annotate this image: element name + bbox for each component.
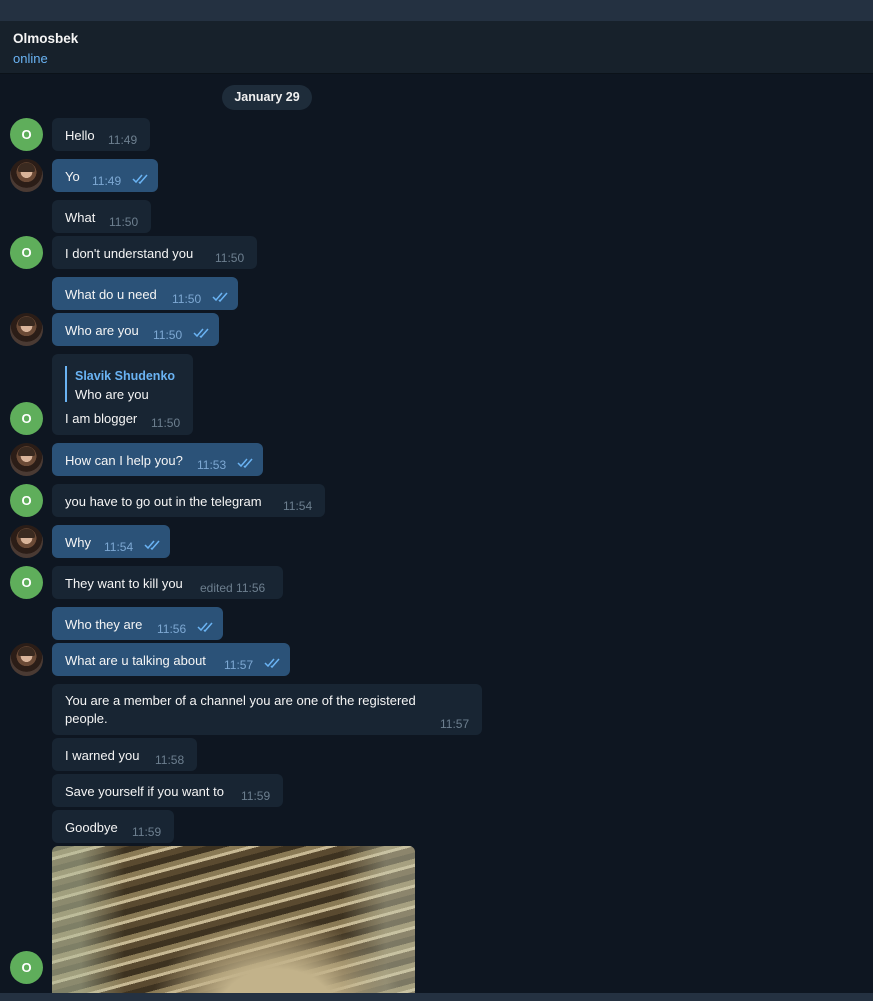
date-separator[interactable]: January 29 <box>222 85 312 110</box>
double-check-icon <box>197 622 213 633</box>
message-time: 11:49 <box>92 174 122 188</box>
message-text: What do u need <box>65 287 157 302</box>
window-top-strip <box>0 0 873 21</box>
double-check-icon <box>237 458 253 469</box>
contact-avatar[interactable]: O <box>10 484 43 517</box>
message-edited-time: edited 11:56 <box>200 581 266 595</box>
double-check-icon <box>144 540 160 551</box>
my-avatar[interactable] <box>10 159 43 192</box>
contact-avatar[interactable]: O <box>10 402 43 435</box>
message-text: Goodbye <box>65 820 118 835</box>
message-bubble[interactable]: I warned you 11:58 <box>52 738 197 771</box>
double-check-icon <box>193 328 209 339</box>
message-bubble-with-reply[interactable]: Slavik Shudenko Who are you I am blogger… <box>52 354 193 435</box>
message-time: 11:57 <box>224 658 254 672</box>
double-check-icon <box>212 292 228 303</box>
message-text: I am blogger <box>65 411 138 426</box>
message-text-line-1: You are a member of a channel you are on… <box>65 693 416 708</box>
message-text-line-2: people. <box>65 711 108 726</box>
message-time: 11:50 <box>153 328 183 342</box>
message-bubble[interactable]: Hello 11:49 <box>52 118 150 151</box>
photo-message[interactable] <box>52 846 415 996</box>
contact-avatar[interactable]: O <box>10 236 43 269</box>
message-bubble[interactable]: Why 11:54 <box>52 525 170 558</box>
message-time: 11:50 <box>109 215 139 229</box>
message-bubble[interactable]: Who they are 11:56 <box>52 607 223 640</box>
message-text: What are u talking about <box>65 653 206 668</box>
message-time: 11:54 <box>283 499 313 513</box>
message-text: I don't understand you <box>65 246 194 261</box>
message-time: 11:49 <box>108 133 138 147</box>
message-bubble[interactable]: What do u need 11:50 <box>52 277 238 310</box>
message-text: What <box>65 210 96 225</box>
double-check-icon <box>264 658 280 669</box>
message-text: you have to go out in the telegram <box>65 494 262 509</box>
message-time: 11:53 <box>197 458 227 472</box>
my-avatar[interactable] <box>10 525 43 558</box>
message-time: 11:59 <box>132 825 162 839</box>
message-bubble[interactable]: you have to go out in the telegram 11:54 <box>52 484 325 517</box>
reply-text[interactable]: Who are you <box>75 386 149 403</box>
message-bubble[interactable]: Yo 11:49 <box>52 159 158 192</box>
message-bubble[interactable]: What 11:50 <box>52 200 151 233</box>
contact-avatar[interactable]: O <box>10 566 43 599</box>
message-time: 11:58 <box>155 753 185 767</box>
message-text: Yo <box>65 169 80 184</box>
message-time: 11:50 <box>215 251 245 265</box>
message-bubble[interactable]: I don't understand you 11:50 <box>52 236 257 269</box>
chat-header[interactable]: Olmosbek online <box>0 21 873 74</box>
message-time: 11:57 <box>440 717 470 731</box>
message-text: I warned you <box>65 748 140 763</box>
message-text: Hello <box>65 128 95 143</box>
my-avatar[interactable] <box>10 643 43 676</box>
chat-title[interactable]: Olmosbek <box>13 31 78 46</box>
contact-avatar[interactable]: O <box>10 118 43 151</box>
message-text: Who are you <box>65 323 139 338</box>
chat-status: online <box>13 51 48 66</box>
message-bubble[interactable]: You are a member of a channel you are on… <box>52 684 482 735</box>
reply-author[interactable]: Slavik Shudenko <box>75 368 175 385</box>
contact-avatar[interactable]: O <box>10 951 43 984</box>
message-time: 11:56 <box>157 622 187 636</box>
message-text: Save yourself if you want to <box>65 784 224 799</box>
double-check-icon <box>132 174 148 185</box>
message-bubble[interactable]: They want to kill you edited 11:56 <box>52 566 283 599</box>
message-text: How can I help you? <box>65 453 183 468</box>
message-text: Why <box>65 535 91 550</box>
message-time: 11:50 <box>151 416 181 430</box>
message-time: 11:54 <box>104 540 134 554</box>
reply-quote-bar <box>65 366 67 402</box>
message-bubble[interactable]: Goodbye 11:59 <box>52 810 174 843</box>
message-bubble[interactable]: How can I help you? 11:53 <box>52 443 263 476</box>
message-bubble[interactable]: What are u talking about 11:57 <box>52 643 290 676</box>
message-time: 11:59 <box>241 789 271 803</box>
message-time: 11:50 <box>172 292 202 306</box>
my-avatar[interactable] <box>10 313 43 346</box>
message-text: Who they are <box>65 617 143 632</box>
window-bottom-strip <box>0 993 873 1001</box>
message-bubble[interactable]: Who are you 11:50 <box>52 313 219 346</box>
message-bubble[interactable]: Save yourself if you want to 11:59 <box>52 774 283 807</box>
my-avatar[interactable] <box>10 443 43 476</box>
message-text: They want to kill you <box>65 576 183 591</box>
